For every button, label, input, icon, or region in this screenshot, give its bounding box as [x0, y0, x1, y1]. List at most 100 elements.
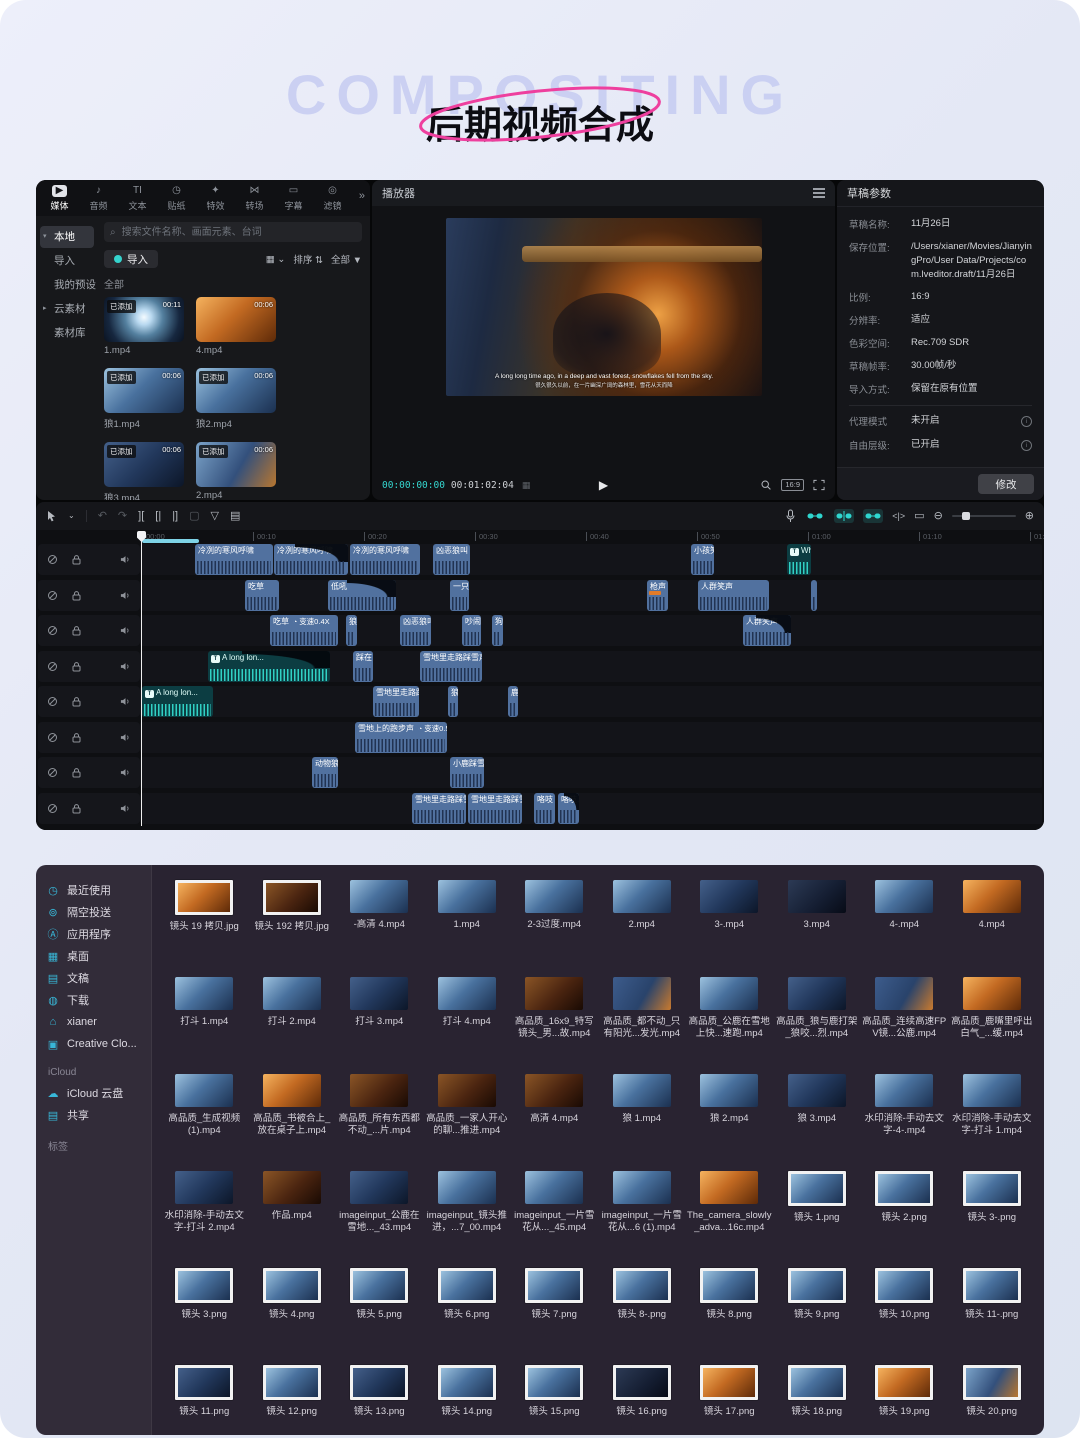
- file-item[interactable]: 镜头 8-.png: [600, 1261, 685, 1358]
- mute-track-icon[interactable]: [120, 732, 131, 743]
- search-input[interactable]: [120, 226, 356, 239]
- sidebar-item-presets[interactable]: 我的预设: [40, 274, 94, 296]
- timeline-clip[interactable]: 凶恶狼叫: [433, 544, 470, 575]
- tab-effects[interactable]: ✦特效: [196, 185, 235, 212]
- timeline-clip[interactable]: 小孩笑: [691, 544, 714, 575]
- file-item[interactable]: 镜头 8.png: [687, 1261, 772, 1358]
- timeline-ruler[interactable]: 00:0000:1000:2000:3000:4000:5001:0001:10…: [140, 530, 1044, 544]
- file-item[interactable]: 3-.mp4: [687, 873, 772, 970]
- file-item[interactable]: 水印消除-手动去文字-打斗 1.mp4: [950, 1067, 1035, 1164]
- file-item[interactable]: 2.mp4: [600, 873, 685, 970]
- timeline-clip[interactable]: 雪地里走路踩雪声: [412, 793, 466, 824]
- lock-track-icon[interactable]: [71, 554, 82, 565]
- media-item[interactable]: 已添加00:06狼2.mp4: [196, 368, 276, 430]
- hide-track-icon[interactable]: [47, 590, 58, 601]
- lock-track-icon[interactable]: [71, 661, 82, 672]
- file-item[interactable]: 高品质_都不动_只有阳光...发光.mp4: [600, 970, 685, 1067]
- link-clips-icon[interactable]: [805, 509, 825, 523]
- filter-button[interactable]: 全部 ▼: [331, 252, 362, 266]
- file-item[interactable]: -高清 4.mp4: [337, 873, 422, 970]
- view-mode-button[interactable]: ▦ ⌄: [266, 254, 286, 265]
- aspect-ratio-button[interactable]: 16:9: [781, 479, 804, 491]
- file-item[interactable]: 打斗 2.mp4: [250, 970, 335, 1067]
- tab-sticker[interactable]: ◷贴纸: [157, 185, 196, 212]
- info-icon[interactable]: i: [1021, 440, 1032, 451]
- file-item[interactable]: 2-3过度.mp4: [512, 873, 597, 970]
- tabs-more-icon[interactable]: »: [359, 190, 365, 202]
- mute-track-icon[interactable]: [120, 803, 131, 814]
- file-item[interactable]: 4.mp4: [950, 873, 1035, 970]
- file-item[interactable]: imageinput_一片雪花从..._45.mp4: [512, 1164, 597, 1261]
- file-item[interactable]: 高品质_生成视频(1).mp4: [162, 1067, 247, 1164]
- timeline-clip[interactable]: TA long lon...: [142, 686, 213, 717]
- file-item[interactable]: 镜头 19.png: [862, 1358, 947, 1435]
- timeline-clip[interactable]: 狼: [346, 615, 357, 646]
- lock-track-icon[interactable]: [71, 590, 82, 601]
- file-item[interactable]: 1.mp4: [425, 873, 510, 970]
- file-item[interactable]: 镜头 3.png: [162, 1261, 247, 1358]
- file-item[interactable]: 镜头 6.png: [425, 1261, 510, 1358]
- file-item[interactable]: 打斗 3.mp4: [337, 970, 422, 1067]
- playhead[interactable]: [141, 531, 142, 826]
- sidebar-item-shared[interactable]: ▤共享: [46, 1104, 141, 1126]
- timeline-clip[interactable]: 雪地里走路踩雪: [373, 686, 419, 717]
- lock-track-icon[interactable]: [71, 625, 82, 636]
- file-item[interactable]: 镜头 15.png: [512, 1358, 597, 1435]
- lock-track-icon[interactable]: [71, 803, 82, 814]
- tab-captions[interactable]: ▭字幕: [274, 185, 313, 212]
- file-item[interactable]: 镜头 19 拷贝.jpg: [162, 873, 247, 970]
- play-button[interactable]: ▶: [599, 478, 608, 492]
- file-item[interactable]: 镜头 1.png: [775, 1164, 860, 1261]
- export-frame-icon[interactable]: ▤: [230, 511, 240, 522]
- file-item[interactable]: 镜头 20.png: [950, 1358, 1035, 1435]
- fullscreen-icon[interactable]: [813, 479, 825, 491]
- timeline-clip[interactable]: 一只: [450, 580, 469, 611]
- timeline-clip[interactable]: 冷冽的寒风呼啸: [195, 544, 273, 575]
- sidebar-item-documents[interactable]: ▤文稿: [46, 967, 141, 989]
- timeline-clip[interactable]: 小鹿踩雪声: [450, 757, 484, 788]
- file-item[interactable]: The_camera_slowly_adva...16c.mp4: [687, 1164, 772, 1261]
- mute-track-icon[interactable]: [120, 590, 131, 601]
- preview-axis-icon[interactable]: <|>: [892, 512, 905, 521]
- file-item[interactable]: 高品质_所有东西都不动_...片.mp4: [337, 1067, 422, 1164]
- file-item[interactable]: 镜头 10.png: [862, 1261, 947, 1358]
- file-item[interactable]: imageinput_一片雪花从...6 (1).mp4: [600, 1164, 685, 1261]
- file-item[interactable]: 镜头 13.png: [337, 1358, 422, 1435]
- lock-track-icon[interactable]: [71, 767, 82, 778]
- delete-icon[interactable]: ▢: [189, 511, 199, 522]
- file-item[interactable]: 作品.mp4: [250, 1164, 335, 1261]
- file-item[interactable]: 镜头 9.png: [775, 1261, 860, 1358]
- timeline-clip[interactable]: 吵闹: [462, 615, 481, 646]
- hide-track-icon[interactable]: [47, 767, 58, 778]
- file-item[interactable]: 高品质_鹿嘴里呼出白气_...缓.mp4: [950, 970, 1035, 1067]
- file-item[interactable]: 镜头 12.png: [250, 1358, 335, 1435]
- hide-track-icon[interactable]: [47, 696, 58, 707]
- timeline-clip[interactable]: 雪地里走路踩雪声: [420, 651, 482, 682]
- trim-right-icon[interactable]: |]: [172, 511, 178, 522]
- sort-button[interactable]: 排序 ⇅: [293, 252, 323, 266]
- search-bar[interactable]: ⌕: [104, 222, 362, 242]
- sidebar-item-local[interactable]: ▾本地: [40, 226, 94, 248]
- lock-track-icon[interactable]: [71, 696, 82, 707]
- timeline-clip[interactable]: 吃草: [245, 580, 279, 611]
- file-item[interactable]: 镜头 192 拷贝.jpg: [250, 873, 335, 970]
- timeline-clip[interactable]: 吃草变速0.4X: [270, 615, 338, 646]
- mute-track-icon[interactable]: [120, 767, 131, 778]
- player-menu-icon[interactable]: [813, 192, 825, 194]
- file-item[interactable]: 镜头 14.png: [425, 1358, 510, 1435]
- file-item[interactable]: 镜头 5.png: [337, 1261, 422, 1358]
- media-item[interactable]: 已添加00:062.mp4: [196, 442, 276, 500]
- media-item[interactable]: 已添加00:111.mp4: [104, 297, 184, 356]
- file-item[interactable]: 镜头 4.png: [250, 1261, 335, 1358]
- mute-track-icon[interactable]: [120, 661, 131, 672]
- timeline-clip[interactable]: 咯吱: [534, 793, 555, 824]
- sidebar-item-applications[interactable]: Ⓐ应用程序: [46, 923, 141, 945]
- hide-track-icon[interactable]: [47, 625, 58, 636]
- zoom-out-icon[interactable]: ⊖: [934, 511, 943, 522]
- file-item[interactable]: 镜头 2.png: [862, 1164, 947, 1261]
- sidebar-item-home[interactable]: ⌂xianer: [46, 1011, 141, 1033]
- file-item[interactable]: 高品质_16x9_特写镜头_男...故.mp4: [512, 970, 597, 1067]
- file-item[interactable]: 镜头 11.png: [162, 1358, 247, 1435]
- file-item[interactable]: imageinput_镜头推进，...7_00.mp4: [425, 1164, 510, 1261]
- timeline-clip[interactable]: 鹿: [508, 686, 518, 717]
